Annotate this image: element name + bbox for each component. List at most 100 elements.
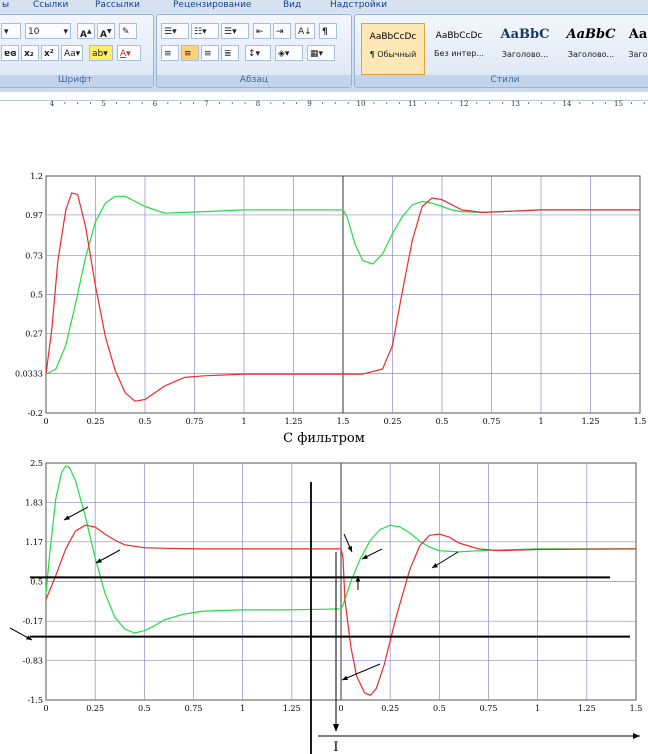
ruler-number: 7 <box>204 100 208 107</box>
tab-mailings[interactable]: Рассылки <box>95 0 140 10</box>
ruler-number: 11 <box>408 100 417 107</box>
word-ribbon: ы Ссылки Рассылки Рецензирование Вид Над… <box>0 0 648 108</box>
highlight-icon[interactable]: ab▾ <box>89 45 113 61</box>
font-group-label: Шрифт <box>0 75 153 87</box>
style-heading-3[interactable]: Aa Заго <box>625 23 648 75</box>
x-tick-label: 1.5 <box>337 417 350 426</box>
tab-partial[interactable]: ы <box>2 0 9 10</box>
y-tick-label: 0.73 <box>25 252 43 261</box>
clear-format-icon[interactable]: ✎ <box>119 23 137 39</box>
x-tick-label: 0.75 <box>185 704 203 713</box>
align-right-icon[interactable]: ≡ <box>201 45 219 61</box>
style-sample: Aa <box>628 27 648 42</box>
y-tick-label: -0.2 <box>28 409 43 418</box>
justify-icon[interactable]: ≣ <box>221 45 239 61</box>
align-left-icon[interactable]: ≡ <box>161 45 179 61</box>
paragraph-group: ☰▾ ☷▾ ☰▾ ⇤ ⇥ A↓ ¶ ≡ ≡ ≡ ≣ ↕▾ ◈▾ ▦▾ Абзац <box>156 14 352 88</box>
x-tick-label: 0 <box>43 704 48 713</box>
subscript-icon[interactable]: x₂ <box>21 45 39 61</box>
ruler-number: 5 <box>101 100 105 107</box>
style-no-spacing[interactable]: AaBbCcDc Без интер... <box>427 23 491 75</box>
y-tick-label: 1.2 <box>30 172 43 181</box>
tab-references[interactable]: Ссылки <box>33 0 68 10</box>
x-tick-label: 0.5 <box>433 704 446 713</box>
annotation-arrow <box>341 663 381 681</box>
style-name: ¶ Обычный <box>369 50 417 59</box>
style-normal[interactable]: AaBbCcDc ¶ Обычный <box>361 23 425 75</box>
shrink-font-icon[interactable]: A▼ <box>97 23 115 39</box>
chart-caption: С фильтром <box>283 431 365 446</box>
font-color-icon[interactable]: A▾ <box>117 45 141 61</box>
strikethrough-icon[interactable]: ɐɞ <box>1 45 19 61</box>
line-spacing-icon[interactable]: ↕▾ <box>245 45 271 61</box>
x-tick-label: 1.5 <box>630 704 643 713</box>
x-tick-label: 0 <box>338 704 343 713</box>
multilevel-list-icon[interactable]: ☰▾ <box>221 23 249 39</box>
x-tick-label: 1 <box>241 417 246 426</box>
style-name: Заголово... <box>501 50 549 59</box>
y-tick-label: 1.17 <box>25 538 43 547</box>
style-sample: AaBbC <box>500 27 550 42</box>
x-tick-label: 0.25 <box>384 417 402 426</box>
increase-indent-icon[interactable]: ⇥ <box>273 23 291 39</box>
font-name-combo[interactable]: ▾ <box>1 23 21 39</box>
y-tick-label: 2.5 <box>30 459 43 468</box>
chevron-down-icon: ▾ <box>63 27 68 37</box>
x-tick-label: 0.75 <box>186 417 204 426</box>
y-tick-label: 0.97 <box>25 211 43 220</box>
axis-arrow-head <box>633 733 640 739</box>
chart-without-filter: 0 0.25 0.5 0.75 1 1.25 1.5 0.25 0.5 0.75 1 1.25 1.5 1… <box>15 172 647 426</box>
ruler-number: 15 <box>614 100 623 107</box>
x-tick-label: 0.5 <box>139 417 152 426</box>
x-tick-label: 0.5 <box>436 417 449 426</box>
x-tick-label: 0.25 <box>86 704 104 713</box>
pilcrow-icon[interactable]: ¶ <box>319 23 337 39</box>
x-tick-label: 1 <box>240 704 245 713</box>
y-tick-label: 0.5 <box>30 578 43 587</box>
x-tick-label: 1.25 <box>582 417 600 426</box>
y-tick-label: -0.83 <box>22 656 43 665</box>
horizontal-ruler[interactable]: 4 5 6 7 8 9 10 11 12 13 14 15 <box>0 92 648 108</box>
x-tick-label: 1 <box>535 704 540 713</box>
borders-icon[interactable]: ▦▾ <box>307 45 335 61</box>
x-tick-label: 0 <box>43 417 48 426</box>
align-center-icon[interactable]: ≡ <box>181 45 199 61</box>
shading-icon[interactable]: ◈▾ <box>275 45 303 61</box>
grow-font-icon[interactable]: A▲ <box>77 23 95 39</box>
x-tick-label: 1.25 <box>283 704 301 713</box>
y-tick-label: 1.83 <box>25 499 43 508</box>
x-tick-label: 0.75 <box>480 704 498 713</box>
style-sample: AaBbCcDc <box>435 31 483 41</box>
font-size-combo[interactable]: 10 ▾ <box>25 23 71 39</box>
ruler-number: 9 <box>307 100 311 107</box>
ruler-ticks: 4 5 6 7 8 9 10 11 12 13 14 15 <box>50 100 645 108</box>
tab-addins[interactable]: Надстройки <box>330 0 387 10</box>
style-heading-1[interactable]: AaBbC Заголово... <box>493 23 557 75</box>
chart-with-filter: 0 0.25 0.5 0.75 1 1.25 0 0.25 0.5 0.75 1 1.25 1.5 2.5… <box>9 459 643 754</box>
y-tick-label: 0.0333 <box>15 370 43 379</box>
superscript-icon[interactable]: x² <box>41 45 59 61</box>
y-tick-label: 0.5 <box>30 291 43 300</box>
tab-review[interactable]: Рецензирование <box>173 0 251 10</box>
y-tick-label: 0.27 <box>25 329 43 338</box>
ruler-number: 4 <box>50 100 55 107</box>
ruler-number: 8 <box>256 100 260 107</box>
x-tick-label: 1.5 <box>634 417 647 426</box>
decrease-indent-icon[interactable]: ⇤ <box>253 23 271 39</box>
styles-group-label: Стили <box>355 75 648 87</box>
y-tick-label: -1.5 <box>28 696 43 705</box>
ruler-number: 14 <box>563 100 572 107</box>
ruler-number: 6 <box>153 100 158 107</box>
change-case-icon[interactable]: Aa▾ <box>61 45 83 61</box>
vertical-arrow-head <box>333 724 339 732</box>
ruler-number: 13 <box>511 100 520 107</box>
style-sample: AaBbCcDc <box>369 32 417 42</box>
tab-view[interactable]: Вид <box>283 0 301 10</box>
sort-icon[interactable]: A↓ <box>295 23 315 39</box>
marker-label: I <box>333 740 338 754</box>
bullets-icon[interactable]: ☰▾ <box>161 23 189 39</box>
x-tick-label: 0.75 <box>483 417 501 426</box>
ruler-number: 10 <box>357 100 366 107</box>
numbering-icon[interactable]: ☷▾ <box>191 23 219 39</box>
style-heading-2[interactable]: AaBbC Заголово... <box>559 23 623 75</box>
